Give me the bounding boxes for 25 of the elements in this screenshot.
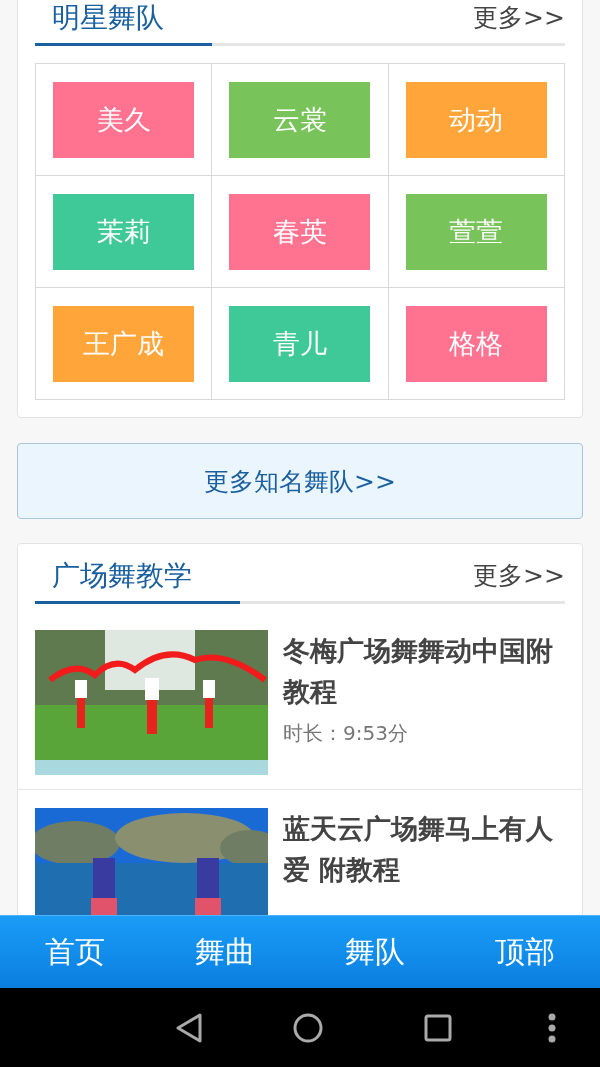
more-link[interactable]: 更多>> bbox=[473, 556, 565, 601]
section-title: 明星舞队 bbox=[35, 0, 212, 46]
team-button[interactable]: 云裳 bbox=[229, 81, 371, 158]
back-icon[interactable] bbox=[174, 1011, 204, 1044]
team-button[interactable]: 格格 bbox=[405, 305, 547, 382]
video-duration: 时长：9:53分 bbox=[283, 720, 409, 747]
team-button[interactable]: 动动 bbox=[405, 81, 547, 158]
nav-tab[interactable]: 首页 bbox=[0, 916, 150, 988]
team-button[interactable]: 王广成 bbox=[53, 305, 195, 382]
nav-tab[interactable]: 舞队 bbox=[300, 916, 450, 988]
nav-tab[interactable]: 舞曲 bbox=[150, 916, 300, 988]
team-button[interactable]: 春英 bbox=[229, 193, 371, 270]
team-button[interactable]: 萱萱 bbox=[405, 193, 547, 270]
more-link[interactable]: 更多>> bbox=[473, 0, 565, 43]
recent-apps-icon[interactable] bbox=[424, 1013, 452, 1042]
section-title: 广场舞教学 bbox=[35, 556, 240, 604]
nav-tab[interactable]: 顶部 bbox=[450, 916, 600, 988]
video-title[interactable]: 冬梅广场舞舞动中国附教程 bbox=[283, 630, 558, 712]
menu-icon[interactable] bbox=[548, 1012, 556, 1043]
team-button[interactable]: 美久 bbox=[53, 81, 195, 158]
video-title[interactable]: 蓝天云广场舞马上有人爱 附教程 bbox=[283, 808, 558, 890]
home-icon[interactable] bbox=[292, 1011, 324, 1044]
team-button[interactable]: 青儿 bbox=[229, 305, 371, 382]
more-teams-button[interactable]: 更多知名舞队>> bbox=[17, 443, 583, 519]
team-button[interactable]: 茉莉 bbox=[53, 193, 195, 270]
